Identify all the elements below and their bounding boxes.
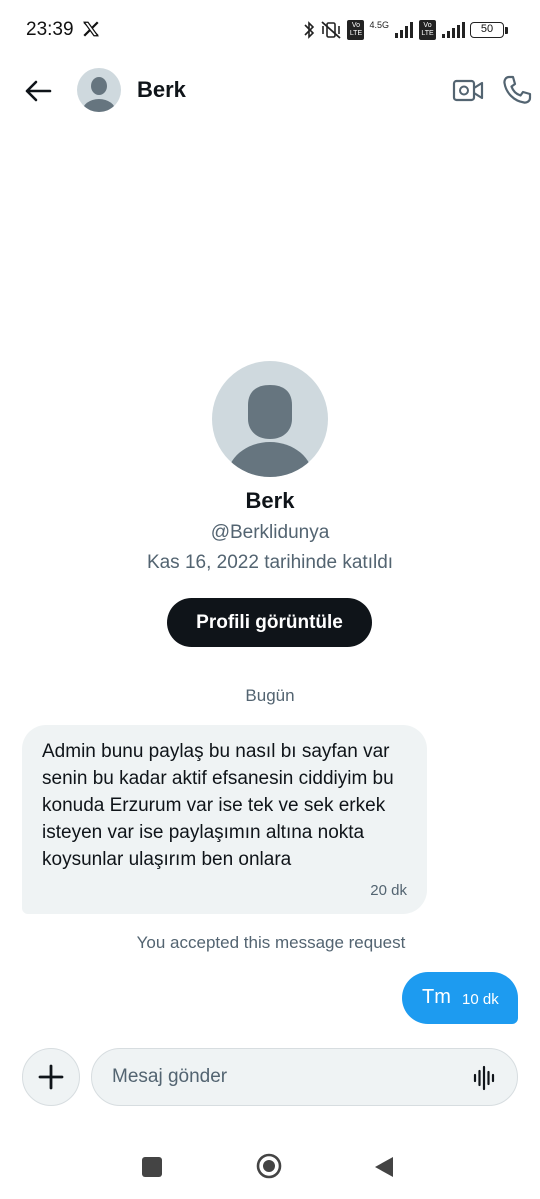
message-timestamp: 10 dk: [462, 991, 499, 1008]
status-time: 23:39: [26, 19, 74, 40]
header-name[interactable]: Berk: [137, 77, 186, 103]
x-logo-icon: [83, 21, 99, 37]
signal-icon-2: [442, 22, 465, 38]
back-arrow-icon: [25, 80, 52, 102]
profile-avatar[interactable]: [212, 361, 328, 477]
profile-handle: @Berklidunya: [210, 522, 330, 543]
home-button[interactable]: [256, 1153, 282, 1179]
message-input[interactable]: [112, 1062, 462, 1092]
conversation-header: Berk: [0, 62, 540, 120]
volte-badge: Vo LTE: [347, 20, 365, 40]
voice-message-button[interactable]: [471, 1064, 499, 1092]
message-text: Admin bunu paylaş bu nasıl bı sayfan var…: [42, 741, 394, 870]
mute-vibrate-icon: [321, 21, 342, 39]
phone-icon: [503, 75, 532, 104]
back-button[interactable]: [20, 74, 56, 108]
voice-message-icon: [473, 1065, 495, 1091]
message-timestamp: 20 dk: [370, 882, 407, 899]
view-profile-button[interactable]: Profili görüntüle: [167, 598, 372, 647]
message-composer: [91, 1048, 518, 1106]
signal-icon: [395, 22, 413, 38]
nav-back-button[interactable]: [373, 1155, 395, 1179]
video-call-button[interactable]: [452, 76, 484, 106]
battery-level: 50: [470, 22, 504, 38]
network-type: 4.5G: [369, 20, 389, 30]
default-avatar-icon: [227, 385, 313, 477]
status-icons: Vo LTE 4.5G Vo LTE 50: [303, 18, 508, 42]
volte-badge-2: Vo LTE: [419, 20, 436, 40]
plus-icon: [38, 1064, 64, 1090]
received-message[interactable]: Admin bunu paylaş bu nasıl bı sayfan var…: [22, 725, 427, 914]
request-accepted-notice: You accepted this message request: [136, 933, 406, 952]
battery-icon: 50: [470, 22, 508, 38]
message-text: Tm: [422, 986, 451, 1008]
day-separator: Bugün: [245, 686, 295, 705]
recent-apps-button[interactable]: [142, 1157, 162, 1177]
voice-call-button[interactable]: [501, 74, 533, 106]
profile-name: Berk: [245, 488, 295, 513]
profile-joined-date: Kas 16, 2022 tarihinde katıldı: [146, 552, 394, 573]
sent-message[interactable]: Tm 10 dk: [402, 972, 518, 1024]
add-attachment-button[interactable]: [22, 1048, 80, 1106]
status-bar: 23:39 Vo LTE 4.5G Vo LTE 50: [0, 0, 540, 60]
default-avatar-icon: [82, 77, 116, 112]
avatar[interactable]: [77, 68, 121, 112]
bluetooth-icon: [304, 21, 315, 39]
video-call-icon: [452, 79, 484, 102]
